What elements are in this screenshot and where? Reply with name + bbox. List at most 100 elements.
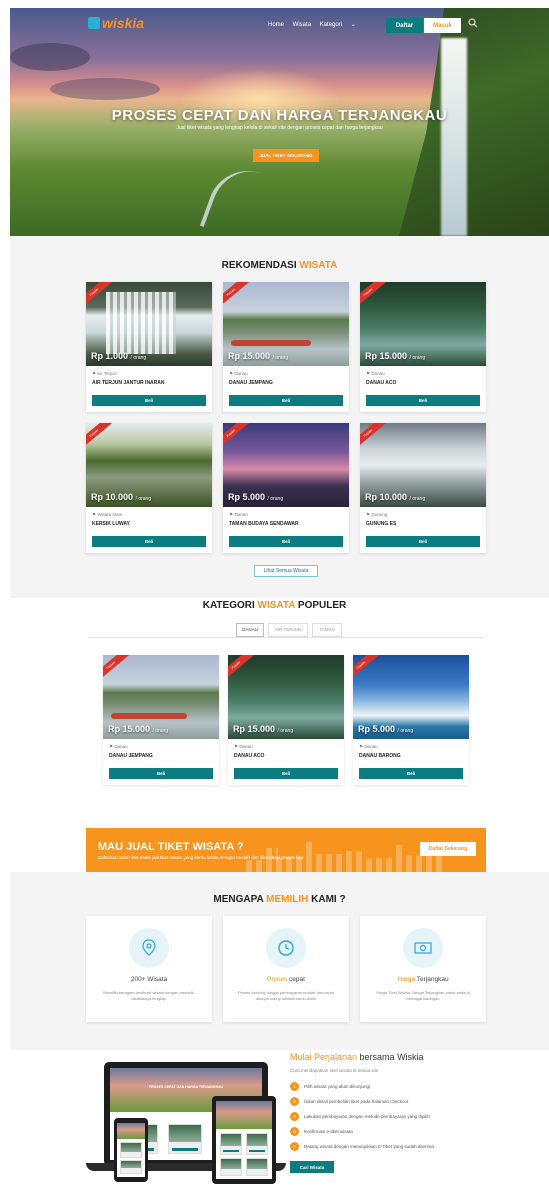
why-card: Proses cepat Proses booking hingga pemba… — [223, 916, 349, 1022]
price: Rp 10.000 / orang — [91, 492, 151, 502]
price: Rp 5.000 / orang — [358, 724, 413, 734]
title-highlight: Mulai Perjalanan — [290, 1052, 358, 1062]
location-text: Air Terjun — [97, 371, 116, 376]
banner-title: MAU JUAL TIKET WISATA ? — [98, 841, 244, 853]
mengapa-title: MENGAPA MEMILIH KAMI ? — [10, 894, 549, 905]
nav-link-home[interactable]: Home — [268, 22, 284, 28]
nav-link-wisata[interactable]: Wisata — [293, 22, 311, 28]
price-value: Rp 5.000 — [358, 724, 396, 734]
mini-card-button — [249, 1150, 265, 1153]
wisata-card[interactable]: Populer Rp 10.000 / orang ⚑ Wisata Alam … — [86, 423, 212, 553]
why-card: Harga Terjangkau Harga Tiket Wisata Sang… — [360, 916, 486, 1022]
icon-circle — [403, 928, 443, 968]
beli-button[interactable]: Beli — [359, 768, 463, 779]
tablet-mockup — [212, 1096, 276, 1184]
beli-button[interactable]: Beli — [234, 768, 338, 779]
price-value: Rp 15.000 — [233, 724, 276, 734]
logo[interactable]: wiskia — [88, 15, 144, 31]
icon-circle — [129, 928, 169, 968]
wisata-name: AIR TERJUN JANTUR INARAN — [92, 380, 165, 386]
wisata-card[interactable]: Populer Rp 5.000 / orang ⚑ Taman TAMAN B… — [223, 423, 349, 553]
location: ⚑ Taman — [229, 512, 248, 518]
beli-button[interactable]: Beli — [109, 768, 213, 779]
tab-danau[interactable]: DANAU — [236, 623, 264, 637]
price-unit: / orang — [130, 355, 147, 361]
chevron-down-icon: ⌄ — [350, 22, 356, 28]
nav-link-kategori[interactable]: Kategori ⌄ — [320, 22, 363, 28]
beli-button[interactable]: Beli — [366, 536, 480, 547]
price-value: Rp 10.000 — [91, 492, 134, 502]
hero-cloud — [10, 43, 90, 71]
clock-icon — [278, 940, 294, 956]
mini-card-image — [221, 1159, 241, 1169]
price-value: Rp 15.000 — [365, 351, 408, 361]
mulai-subtitle: Cara mendapatkan tiket wisata di wiskia.… — [290, 1068, 379, 1073]
wisata-card[interactable]: Populer Rp 1.000 / orang ⚑ Air Terjun AI… — [86, 282, 212, 412]
wisata-name: GUNUNG ES — [366, 521, 397, 527]
tab-taman[interactable]: TAMAN — [312, 623, 342, 637]
masuk-button[interactable]: Masuk — [424, 18, 461, 33]
title-text: REKOMENDASI — [221, 260, 297, 271]
tablet-screen — [216, 1101, 272, 1179]
mini-hero — [216, 1101, 272, 1130]
search-icon[interactable] — [468, 18, 478, 28]
title-text: KAMI ? — [311, 894, 346, 905]
mini-card-image — [121, 1143, 141, 1152]
lihat-semua-button[interactable]: Lihat Semua Wisata — [254, 565, 318, 577]
kategori-card[interactable]: Populer Rp 5.000 / orang ⚑ Danau DANAU B… — [353, 655, 469, 785]
tag-icon: ⚑ — [229, 371, 234, 376]
location: ⚑ Danau — [359, 744, 378, 750]
price: Rp 15.000 / orang — [233, 724, 293, 734]
beli-button[interactable]: Beli — [92, 536, 206, 547]
hero-title: PROSES CEPAT DAN HARGA TERJANGKAU — [111, 107, 448, 124]
tag-icon: ⚑ — [234, 744, 239, 749]
kategori-card[interactable]: Populer Rp 15.000 / orang ⚑ Danau DANAU … — [103, 655, 219, 785]
kategori-card[interactable]: Populer Rp 15.000 / orang ⚑ Danau DANAU … — [228, 655, 344, 785]
money-icon — [414, 942, 432, 954]
why-title-text: Terjangkau — [415, 976, 449, 983]
mini-card — [168, 1124, 202, 1154]
beli-button[interactable]: Beli — [229, 395, 343, 406]
mini-card — [246, 1158, 268, 1176]
mini-card-image — [247, 1159, 267, 1169]
beli-button[interactable]: Beli — [229, 536, 343, 547]
cari-wisata-button[interactable]: Cari Wisata — [290, 1161, 334, 1173]
nav-links: Home Wisata Kategori ⌄ — [268, 21, 370, 28]
phone-screen — [117, 1123, 145, 1177]
jual-tiket-button[interactable]: JUAL TIKET SEKARANG — [253, 149, 319, 162]
price: Rp 1.000 / orang — [91, 351, 146, 361]
step-item: 1 Pilih wisata yang akan dikunjungi — [290, 1082, 370, 1091]
mini-card — [246, 1133, 268, 1155]
step-item: 4 Konfirmasi e-tiket wisata — [290, 1127, 353, 1136]
daftar-sekarang-button[interactable]: Daftar Sekarang — [420, 842, 476, 856]
daftar-button[interactable]: Daftar — [386, 18, 423, 33]
beli-button[interactable]: Beli — [366, 395, 480, 406]
wisata-card[interactable]: Populer Rp 10.000 / orang ⚑ Gunung GUNUN… — [360, 423, 486, 553]
mini-card-button — [223, 1150, 239, 1153]
rekomendasi-title: REKOMENDASI WISATA — [10, 260, 549, 271]
wisata-name: DANAU ACO — [234, 753, 265, 759]
location-text: Danau — [239, 744, 253, 749]
hero-waterfall — [441, 38, 467, 236]
price-unit: / orang — [409, 496, 426, 502]
why-title-text: 200+ Wisata — [130, 976, 168, 983]
tag-icon: ⚑ — [366, 371, 371, 376]
mini-card — [220, 1158, 242, 1176]
mini-card-image — [247, 1134, 267, 1147]
tab-air-terjun[interactable]: AIR TERJUN — [268, 623, 308, 637]
beli-button[interactable]: Beli — [92, 395, 206, 406]
tag-icon: ⚑ — [366, 512, 371, 517]
why-title-text: cepat — [287, 976, 305, 983]
wisata-card[interactable]: Populer Rp 15.000 / orang ⚑ Danau DANAU … — [223, 282, 349, 412]
mulai-title: Mulai Perjalanan bersama Wiskia — [290, 1052, 424, 1062]
price-unit: / orang — [152, 728, 169, 734]
price: Rp 5.000 / orang — [228, 492, 283, 502]
price-unit: / orang — [267, 496, 284, 502]
title-text: KATEGORI — [202, 600, 255, 611]
location-text: Danau — [364, 744, 378, 749]
why-desc: Memiliki beragam destinasi wisata dengan… — [103, 990, 195, 1001]
wisata-card[interactable]: Populer Rp 15.000 / orang ⚑ Danau DANAU … — [360, 282, 486, 412]
why-card: 200+ Wisata Memiliki beragam destinasi w… — [86, 916, 212, 1022]
price: Rp 15.000 / orang — [108, 724, 168, 734]
mini-card-image — [121, 1161, 141, 1169]
